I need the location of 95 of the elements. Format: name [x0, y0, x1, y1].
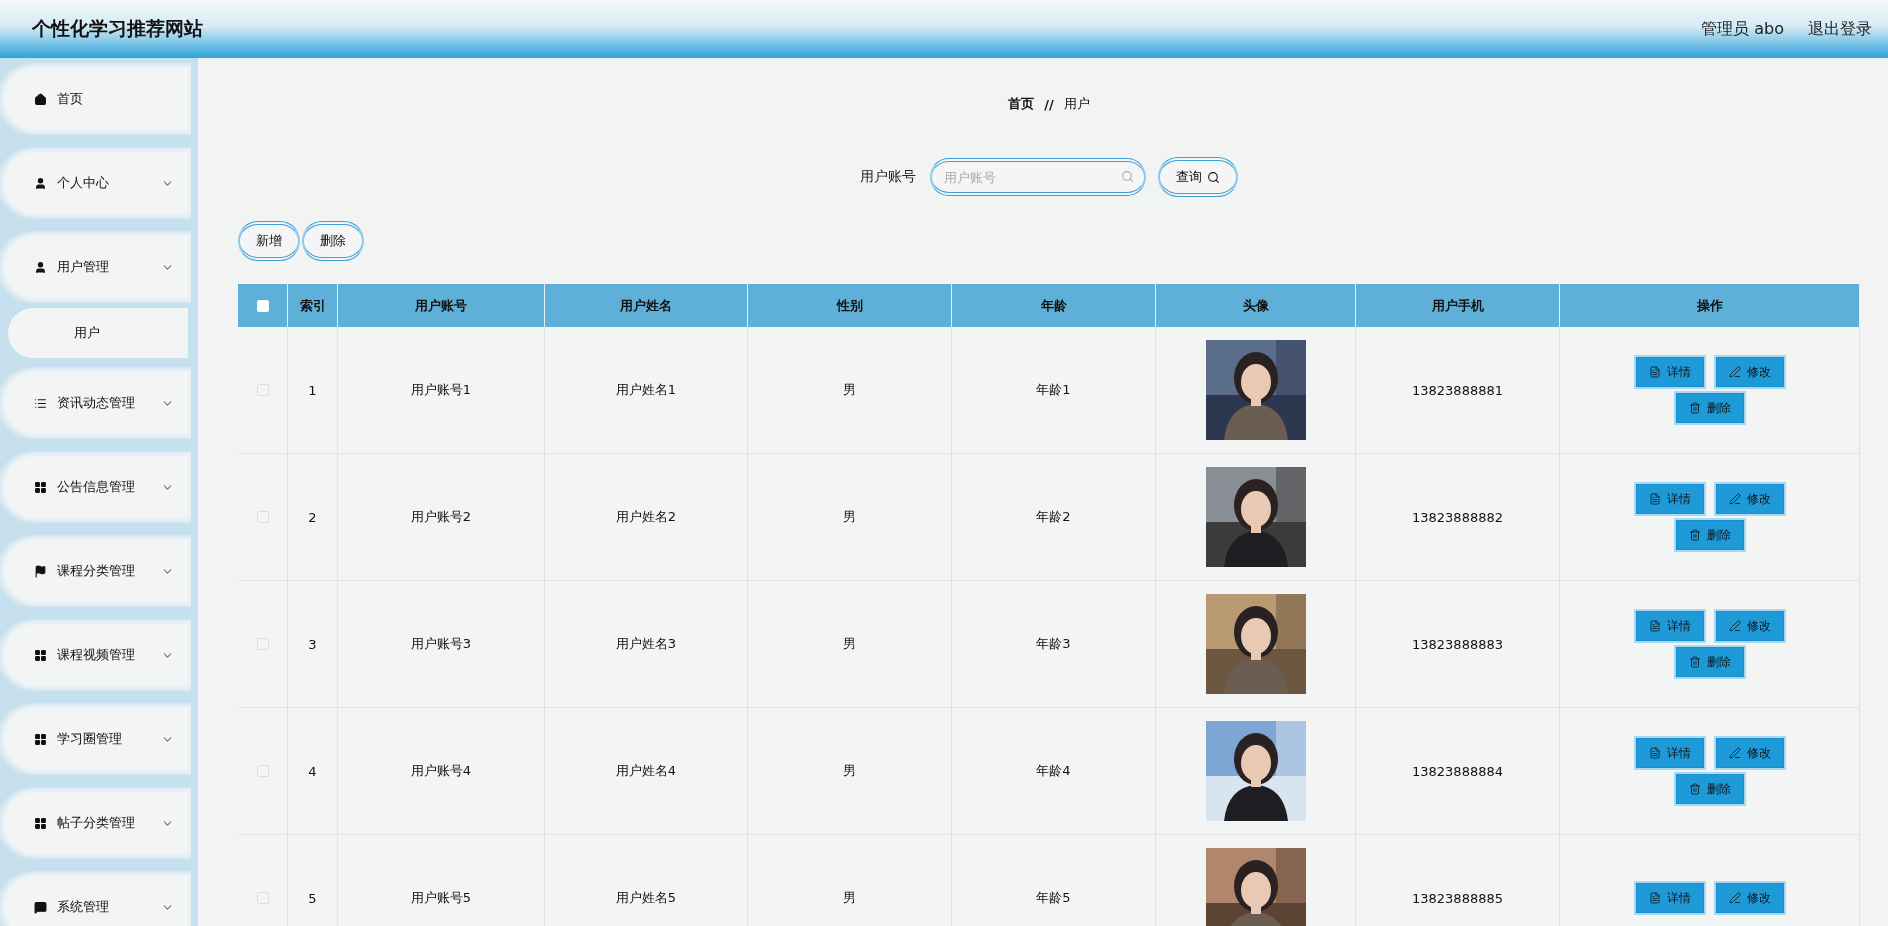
table-cell: 用户账号3 [410, 635, 472, 653]
column-header: 索引 [288, 284, 338, 327]
table-cell: 用户姓名4 [615, 762, 677, 780]
column-header: 头像 [1156, 284, 1356, 327]
table-cell: 1 [308, 382, 317, 398]
details-button[interactable]: 详情 [1635, 738, 1704, 768]
table-cell: 用户姓名5 [615, 889, 677, 907]
trash-icon [1688, 529, 1701, 541]
chat-icon [34, 900, 47, 914]
table-cell: 年龄4 [1036, 762, 1071, 780]
table-cell: 13823888885 [1412, 890, 1503, 906]
trash-icon [1688, 402, 1701, 414]
document-icon [1648, 620, 1661, 632]
trash-icon [1688, 783, 1701, 795]
home-icon [34, 92, 47, 106]
site-title: 个性化学习推荐网站 [32, 16, 203, 41]
edit-button[interactable]: 修改 [1715, 738, 1784, 768]
table-cell: 13823888883 [1412, 636, 1503, 652]
search-label: 用户账号 [860, 168, 916, 186]
edit-button[interactable]: 修改 [1715, 883, 1784, 913]
column-header: 操作 [1560, 284, 1860, 327]
table-cell: 男 [843, 635, 856, 653]
document-icon [1648, 493, 1661, 505]
document-icon [1648, 747, 1661, 759]
table-cell: 男 [843, 381, 856, 399]
table-cell: 13823888882 [1412, 509, 1503, 525]
details-button[interactable]: 详情 [1635, 357, 1704, 387]
logout-link[interactable]: 退出登录 [1808, 18, 1872, 40]
search-button[interactable]: 查询 [1158, 157, 1238, 197]
table-cell: 男 [843, 508, 856, 526]
delete-button[interactable]: 删除 [1675, 647, 1744, 677]
user-name: 管理员 abo [1701, 18, 1784, 40]
table-cell: 5 [308, 890, 317, 906]
document-icon [1648, 366, 1661, 378]
column-header: 用户姓名 [545, 284, 748, 327]
table-cell: 2 [308, 509, 317, 525]
add-button[interactable]: 新增 [238, 221, 300, 261]
column-header: 用户账号 [338, 284, 545, 327]
delete-button[interactable]: 删除 [1675, 774, 1744, 804]
pen-icon [1728, 892, 1741, 904]
breadcrumb-separator: // [1044, 96, 1054, 112]
checkbox[interactable] [256, 511, 269, 523]
breadcrumb-item[interactable]: 首页 [1008, 95, 1035, 113]
grid-icon [34, 732, 47, 746]
table-cell: 男 [843, 889, 856, 907]
delete-button[interactable]: 删除 [1675, 520, 1744, 550]
pen-icon [1728, 366, 1741, 378]
table-cell: 13823888881 [1412, 382, 1503, 398]
pen-icon [1728, 620, 1741, 632]
table-cell: 用户姓名1 [615, 381, 677, 399]
user-icon [34, 176, 47, 190]
table-cell: 用户账号1 [410, 381, 472, 399]
table-cell: 年龄1 [1036, 381, 1071, 399]
table-cell: 13823888884 [1412, 763, 1503, 779]
search-icon [1121, 170, 1134, 183]
table-cell: 用户账号5 [410, 889, 472, 907]
document-icon [1648, 892, 1661, 904]
details-button[interactable]: 详情 [1635, 611, 1704, 641]
table-cell: 男 [843, 762, 856, 780]
column-header: 性别 [748, 284, 952, 327]
list-icon [34, 396, 47, 410]
table-cell: 用户姓名3 [615, 635, 677, 653]
column-header: 用户手机 [1356, 284, 1560, 327]
sidebar-subitem[interactable]: 用户 [8, 308, 188, 358]
table-cell: 年龄2 [1036, 508, 1071, 526]
table-cell: 用户姓名2 [615, 508, 677, 526]
breadcrumb-item: 用户 [1063, 95, 1090, 113]
user-icon [34, 260, 47, 274]
search-field[interactable]: 用户账号 [930, 158, 1146, 196]
checkbox[interactable] [256, 892, 269, 904]
delete-button[interactable]: 删除 [1675, 393, 1744, 423]
edit-button[interactable]: 修改 [1715, 611, 1784, 641]
table-cell: 4 [308, 763, 317, 779]
flag-icon [34, 564, 47, 578]
trash-icon [1688, 656, 1701, 668]
pen-icon [1728, 747, 1741, 759]
grid-icon [34, 816, 47, 830]
details-button[interactable]: 详情 [1635, 883, 1704, 913]
grid-icon [34, 648, 47, 662]
table-cell: 年龄3 [1036, 635, 1071, 653]
grid-icon [34, 480, 47, 494]
table-cell: 用户账号2 [410, 508, 472, 526]
pen-icon [1728, 493, 1741, 505]
table-cell: 年龄5 [1036, 889, 1071, 907]
table-cell: 用户账号4 [410, 762, 472, 780]
checkbox[interactable] [256, 638, 269, 650]
table-cell: 3 [308, 636, 317, 652]
details-button[interactable]: 详情 [1635, 484, 1704, 514]
delete-button[interactable]: 删除 [302, 221, 364, 261]
search-icon [1207, 170, 1220, 184]
checkbox[interactable] [256, 384, 269, 396]
edit-button[interactable]: 修改 [1715, 357, 1784, 387]
edit-button[interactable]: 修改 [1715, 484, 1784, 514]
checkbox[interactable] [256, 765, 269, 777]
column-header: 年龄 [952, 284, 1156, 327]
